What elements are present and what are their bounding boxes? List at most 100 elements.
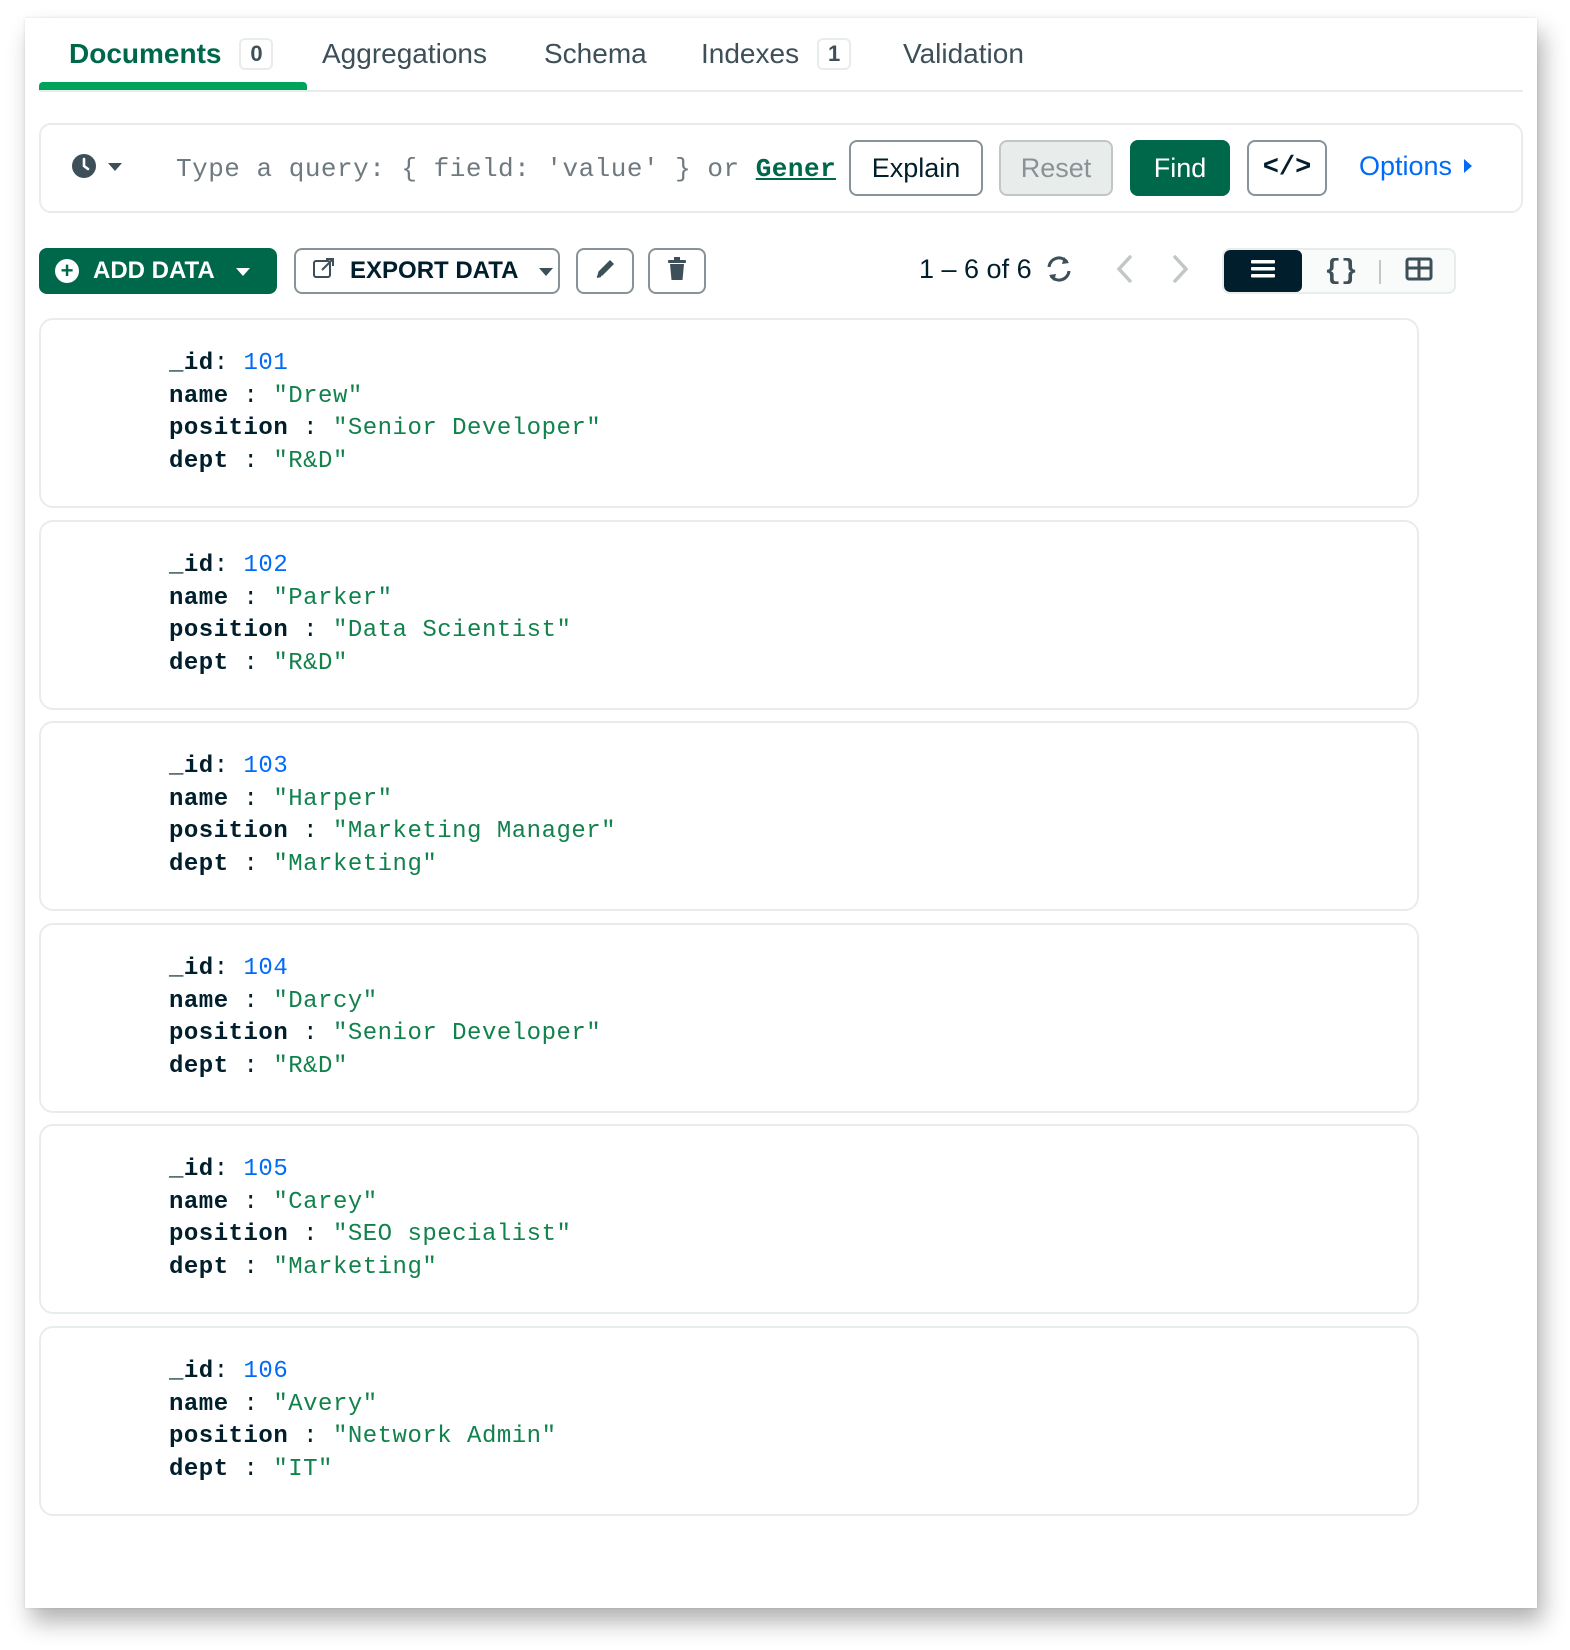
field-row: _id: 101: [169, 350, 289, 377]
field-row: name : "Harper": [169, 785, 393, 813]
field-row: position : "Data Scientist": [169, 617, 572, 644]
refresh-icon: [1042, 256, 1076, 290]
field-value: 103: [243, 753, 289, 780]
field-row: dept : "IT": [169, 1455, 333, 1483]
field-row: _id: 105: [169, 1156, 289, 1183]
document-card[interactable]: _id: 106 name : "Avery" position : "Netw…: [39, 1326, 1419, 1516]
field-row: _id: 106: [169, 1358, 289, 1385]
explain-button[interactable]: Explain: [849, 140, 983, 196]
field-value: "Avery": [273, 1390, 378, 1418]
field-key: _id: [169, 753, 214, 780]
field-value: "Senior Developer": [332, 1020, 602, 1047]
field-value: 102: [243, 552, 289, 579]
tab-validation[interactable]: Validation: [903, 18, 1024, 90]
tab-aggregations[interactable]: Aggregations: [322, 18, 487, 90]
field-row: position : "Senior Developer": [169, 415, 602, 442]
document-card[interactable]: _id: 104 name : "Darcy" position : "Seni…: [39, 923, 1419, 1113]
field-row: name : "Darcy": [169, 987, 378, 1015]
add-data-label: ADD DATA: [93, 257, 215, 284]
document-card[interactable]: _id: 105 name : "Carey" position : "SEO …: [39, 1124, 1419, 1314]
options-label: Options: [1359, 151, 1453, 181]
field-row: dept : "Marketing": [169, 1253, 438, 1281]
bulk-delete-button[interactable]: [648, 248, 706, 294]
field-key: position: [169, 1423, 289, 1450]
clock-icon: [71, 153, 97, 184]
field-value: "IT": [273, 1455, 333, 1483]
options-toggle[interactable]: Options: [1359, 151, 1474, 182]
field-row: position : "Network Admin": [169, 1423, 557, 1450]
list-icon: [1250, 258, 1276, 285]
document-card[interactable]: _id: 102 name : "Parker" position : "Dat…: [39, 520, 1419, 710]
tab-schema-label: Schema: [544, 38, 647, 69]
field-value: "Marketing": [273, 850, 438, 878]
field-key: _id: [169, 350, 214, 377]
field-row: name : "Parker": [169, 584, 393, 612]
field-value: "Harper": [273, 785, 393, 813]
field-key: dept: [169, 850, 229, 878]
document-card[interactable]: _id: 101 name : "Drew" position : "Senio…: [39, 318, 1419, 508]
list-view-button[interactable]: [1224, 250, 1302, 292]
field-row: position : "Marketing Manager": [169, 818, 617, 845]
reset-button[interactable]: Reset: [999, 140, 1113, 196]
collection-tabs: Documents 0 Aggregations Schema Indexes …: [39, 18, 1523, 92]
find-button[interactable]: Find: [1130, 140, 1230, 196]
query-history-button[interactable]: [71, 153, 123, 184]
field-value: "Drew": [273, 382, 363, 410]
pagination-summary: 1 – 6 of 6: [919, 254, 1032, 284]
field-value: 101: [243, 350, 289, 377]
chevron-right-icon: [1169, 255, 1191, 288]
document-fields: _id: 103 name : "Harper" position : "Mar…: [169, 751, 616, 881]
field-key: dept: [169, 447, 229, 475]
tab-indexes[interactable]: Indexes 1: [701, 18, 852, 90]
tab-indexes-label: Indexes: [701, 38, 800, 69]
chevron-left-icon: [1114, 255, 1136, 288]
field-value: 104: [243, 955, 289, 982]
document-fields: _id: 105 name : "Carey" position : "SEO …: [169, 1154, 571, 1284]
field-key: dept: [169, 1253, 229, 1281]
field-value: "Parker": [273, 584, 393, 612]
field-value: 105: [243, 1156, 289, 1183]
query-input[interactable]: Type a query: { field: 'value' } or Gene…: [176, 147, 836, 191]
tab-validation-label: Validation: [903, 38, 1024, 69]
next-page-button[interactable]: [1169, 254, 1191, 289]
export-data-button[interactable]: EXPORT DATA: [294, 248, 560, 294]
document-card[interactable]: _id: 103 name : "Harper" position : "Mar…: [39, 721, 1419, 911]
curly-braces-icon: {}: [1324, 255, 1358, 287]
tab-documents-label: Documents: [69, 38, 222, 69]
field-key: name: [169, 584, 229, 612]
field-value: 106: [243, 1358, 289, 1385]
field-row: dept : "R&D": [169, 447, 348, 475]
code-icon: </>: [1262, 153, 1312, 183]
field-key: dept: [169, 1455, 229, 1483]
field-row: _id: 103: [169, 753, 289, 780]
refresh-button[interactable]: [1042, 252, 1076, 291]
tab-indexes-count-badge: 1: [817, 38, 852, 70]
pencil-icon: [592, 256, 618, 287]
field-value: "Network Admin": [332, 1423, 557, 1450]
field-key: name: [169, 382, 229, 410]
tab-documents-count-badge: 0: [239, 38, 274, 70]
plus-circle-icon: +: [55, 258, 79, 283]
bulk-update-button[interactable]: [576, 248, 634, 294]
json-view-button[interactable]: {}: [1302, 250, 1380, 292]
field-value: "Senior Developer": [332, 415, 602, 442]
field-key: _id: [169, 1358, 214, 1385]
code-export-button[interactable]: </>: [1247, 140, 1327, 196]
previous-page-button[interactable]: [1114, 254, 1136, 289]
export-data-label: EXPORT DATA: [350, 257, 519, 284]
field-value: "R&D": [273, 649, 348, 677]
generate-query-link[interactable]: Gener: [756, 154, 836, 184]
field-row: position : "Senior Developer": [169, 1020, 602, 1047]
table-view-button[interactable]: [1380, 250, 1454, 292]
field-key: position: [169, 415, 289, 442]
tab-schema[interactable]: Schema: [544, 18, 647, 90]
chevron-down-icon: [235, 257, 251, 285]
field-value: "R&D": [273, 1052, 348, 1080]
field-value: "R&D": [273, 447, 348, 475]
document-fields: _id: 106 name : "Avery" position : "Netw…: [169, 1356, 556, 1486]
add-data-button[interactable]: + ADD DATA: [39, 248, 277, 294]
caret-right-icon: [1462, 151, 1474, 182]
field-row: dept : "R&D": [169, 649, 348, 677]
field-row: _id: 104: [169, 955, 289, 982]
tab-documents[interactable]: Documents 0: [69, 18, 274, 90]
